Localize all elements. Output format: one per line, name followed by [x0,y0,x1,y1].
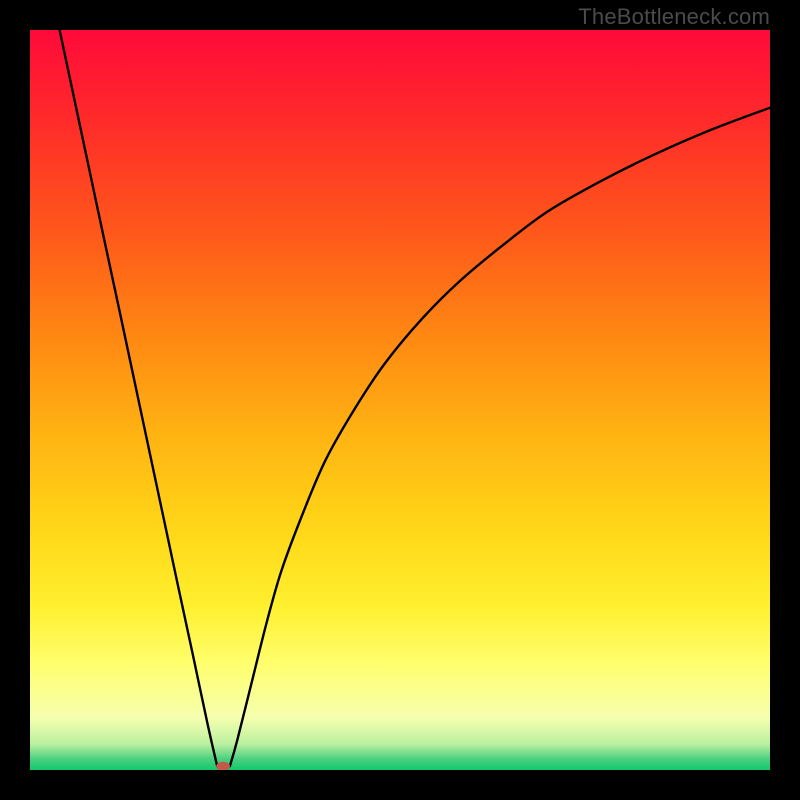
watermark-text: TheBottleneck.com [578,4,770,30]
gradient-background [30,30,770,770]
chart-frame [30,30,770,770]
bottleneck-chart [30,30,770,770]
